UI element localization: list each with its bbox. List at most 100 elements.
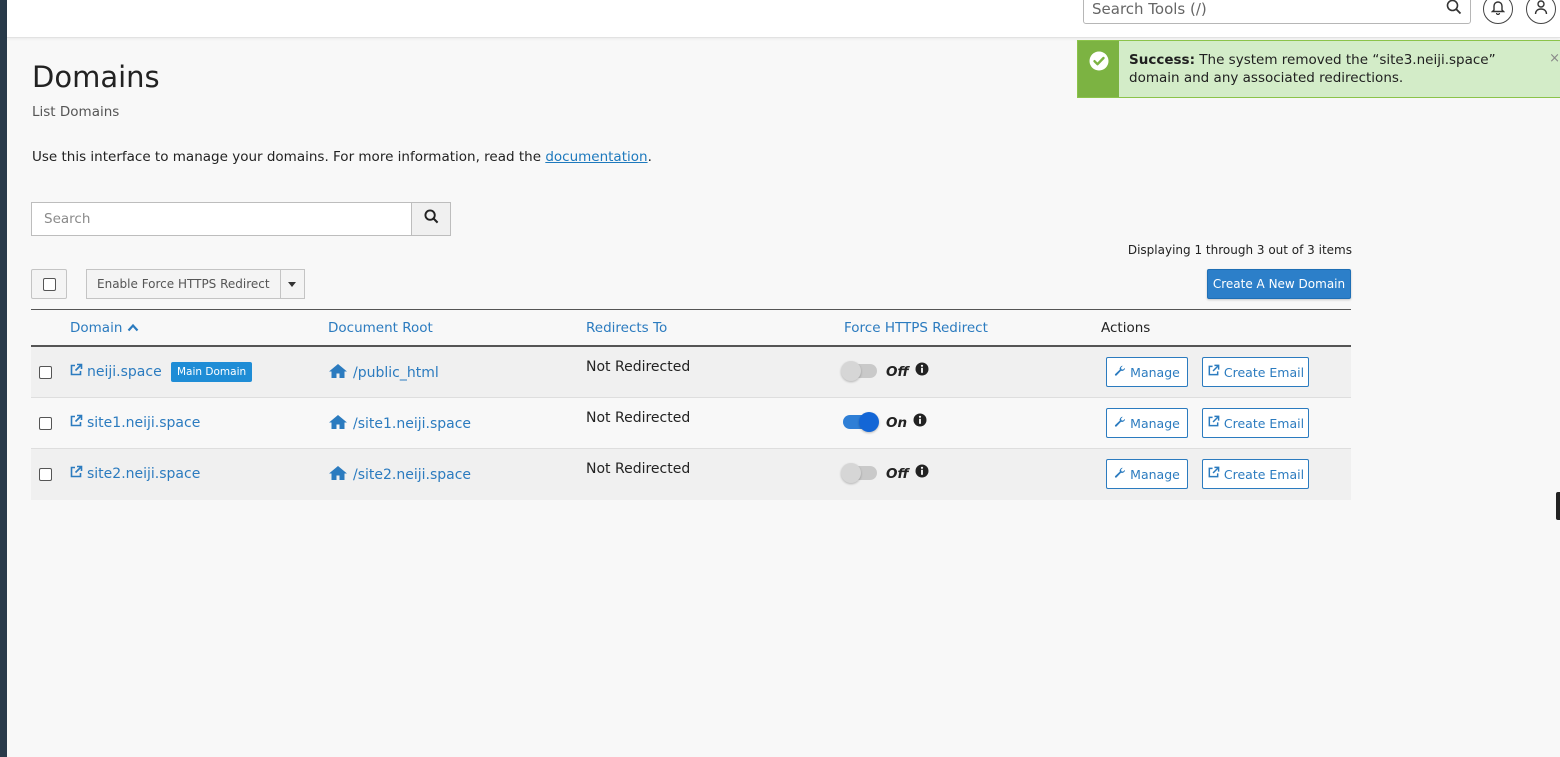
create-email-button[interactable]: Create Email [1202,357,1309,387]
force-https-toggle[interactable] [843,412,879,432]
user-icon [1534,0,1548,20]
top-bar [7,0,1560,38]
column-domain-label: Domain [70,320,123,336]
bulk-action-group: Enable Force HTTPS Redirect [86,269,305,299]
external-link-icon [69,414,83,432]
success-alert: Success: The system removed the “site3.n… [1077,40,1560,98]
wrench-icon [1114,416,1126,431]
external-link-icon [69,363,83,381]
info-icon[interactable] [915,464,929,483]
column-redirects-to[interactable]: Redirects To [586,320,667,336]
domain-link[interactable]: site1.neiji.space [69,414,200,432]
domain-name: neiji.space [87,364,162,380]
select-all-checkbox[interactable] [31,269,67,299]
external-link-icon [1207,364,1220,380]
search-icon [423,209,439,229]
caret-down-icon [288,281,297,287]
main-domain-badge: Main Domain [171,362,253,382]
left-rail [0,0,7,757]
wrench-icon [1114,365,1126,380]
domains-table: Domain Document Root Redirects To Force … [31,309,1351,500]
intro-text: Use this interface to manage your domain… [32,149,652,165]
page-title: Domains [32,60,160,94]
documentation-link[interactable]: documentation [545,149,647,165]
scroll-handle[interactable] [1556,492,1560,520]
create-email-label: Create Email [1223,466,1305,482]
document-root-link[interactable]: /site1.neiji.space [328,414,471,434]
domain-link[interactable]: neiji.space [69,363,162,381]
sort-ascending-icon [127,320,139,336]
external-link-icon [1207,415,1220,431]
force-https-state: Off [886,466,909,482]
intro-end: . [647,149,652,165]
force-https-toggle[interactable] [841,463,877,483]
bell-icon [1490,0,1506,20]
external-link-icon [1207,466,1220,482]
tools-search-box[interactable] [1083,0,1471,24]
alert-icon-column [1078,41,1119,97]
toggle-knob [859,412,879,432]
column-document-root[interactable]: Document Root [328,320,433,336]
manage-label: Manage [1130,364,1180,380]
row-checkbox[interactable] [39,366,52,379]
row-checkbox[interactable] [39,417,52,430]
column-actions: Actions [1101,320,1151,336]
create-email-label: Create Email [1223,364,1305,380]
home-icon [328,465,348,485]
user-menu-button[interactable] [1526,0,1556,24]
info-icon[interactable] [913,413,927,432]
table-row: site2.neiji.space /site2.neiji.space Not… [31,449,1351,500]
create-email-button[interactable]: Create Email [1202,408,1309,438]
pagination-summary: Displaying 1 through 3 out of 3 items [1127,243,1352,257]
document-root-path: /site1.neiji.space [353,416,472,432]
domain-search-button[interactable] [411,203,450,235]
document-root-path: /site2.neiji.space [353,467,472,483]
force-https-state: On [886,415,908,431]
checkbox-box [42,277,56,291]
domain-name: site2.neiji.space [87,466,201,482]
search-icon[interactable] [1446,0,1462,20]
enable-force-https-button[interactable]: Enable Force HTTPS Redirect [86,269,281,299]
row-checkbox[interactable] [39,468,52,481]
tools-search-input[interactable] [1092,0,1446,18]
document-root-link[interactable]: /public_html [328,363,439,383]
manage-button[interactable]: Manage [1106,357,1188,387]
redirect-status: Not Redirected [586,359,691,375]
redirect-status: Not Redirected [586,410,691,426]
force-https-toggle[interactable] [841,361,877,381]
external-link-icon [69,465,83,483]
page-subtitle: List Domains [32,104,120,120]
domain-search-box [31,202,451,236]
toggle-knob [841,463,861,483]
table-row: neiji.space Main Domain /public_html Not… [31,347,1351,398]
force-https-state: Off [886,364,909,380]
create-email-label: Create Email [1223,415,1305,431]
info-icon[interactable] [915,362,929,381]
column-force-https[interactable]: Force HTTPS Redirect [844,320,988,336]
table-row: site1.neiji.space /site1.neiji.space Not… [31,398,1351,449]
toggle-knob [841,361,861,381]
notifications-button[interactable] [1483,0,1513,24]
check-circle-icon [1089,51,1109,97]
manage-label: Manage [1130,415,1180,431]
create-domain-button[interactable]: Create A New Domain [1207,269,1351,299]
alert-message: Success: The system removed the “site3.n… [1119,41,1539,97]
manage-button[interactable]: Manage [1106,408,1188,438]
create-email-button[interactable]: Create Email [1202,459,1309,489]
column-domain[interactable]: Domain [70,320,139,336]
redirect-status: Not Redirected [586,461,691,477]
manage-label: Manage [1130,466,1180,482]
home-icon [328,363,348,383]
domain-link[interactable]: site2.neiji.space [69,465,200,483]
bulk-action-dropdown[interactable] [280,269,305,299]
intro-sentence: Use this interface to manage your domain… [32,149,542,165]
document-root-path: /public_html [353,365,439,381]
close-icon[interactable]: × [1549,51,1560,66]
domain-search-input[interactable] [32,203,411,235]
manage-button[interactable]: Manage [1106,459,1188,489]
domain-name: site1.neiji.space [87,415,201,431]
document-root-link[interactable]: /site2.neiji.space [328,465,471,485]
home-icon [328,414,348,434]
table-header: Domain Document Root Redirects To Force … [31,309,1351,347]
wrench-icon [1114,467,1126,482]
